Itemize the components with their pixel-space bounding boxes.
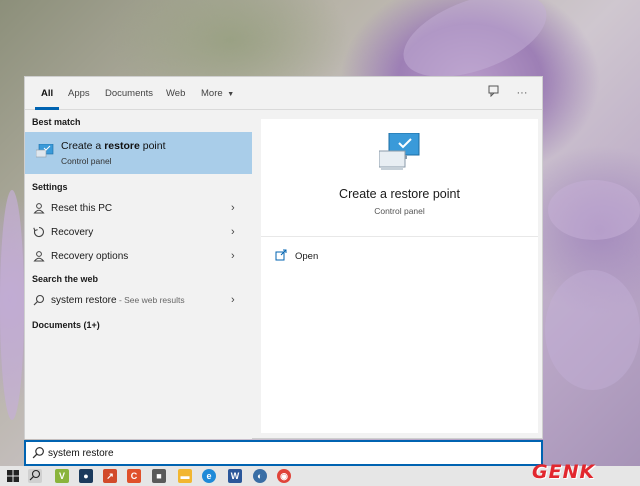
wallpaper-petal (548, 180, 640, 240)
settings-item-recovery-options[interactable]: Recovery options › (25, 246, 252, 268)
tab-documents[interactable]: Documents (105, 88, 153, 99)
ccleaner-icon[interactable]: C (127, 469, 141, 483)
person-icon (32, 250, 45, 263)
tab-all[interactable]: All (41, 88, 53, 99)
person-icon (32, 202, 45, 215)
search-icon (32, 294, 45, 307)
chevron-right-icon[interactable]: › (231, 294, 235, 306)
settings-header: Settings (32, 182, 68, 192)
edge-icon[interactable]: e (202, 469, 216, 483)
results-list: Best match Create a restore point Contro… (25, 111, 252, 439)
tab-more[interactable]: More ▼ (201, 88, 234, 99)
app-icon[interactable]: ■ (152, 469, 166, 483)
best-match-item[interactable]: Create a restore point Control panel (25, 132, 252, 174)
open-icon (275, 249, 287, 261)
best-match-header: Best match (32, 117, 81, 127)
search-icon[interactable] (28, 469, 42, 483)
chevron-down-icon: ▼ (227, 91, 235, 98)
open-label: Open (295, 251, 319, 262)
best-match-title: Create a restore point (61, 140, 166, 152)
search-panel: All Apps Documents Web More ▼ ··· Best m… (24, 76, 543, 439)
system-restore-icon (379, 133, 420, 170)
search-box[interactable] (24, 440, 543, 466)
chrome-icon[interactable]: ◉ (277, 469, 291, 483)
vivaldi-icon[interactable]: V (55, 469, 69, 483)
tab-apps[interactable]: Apps (68, 88, 90, 99)
settings-item-label: Recovery options (51, 251, 129, 262)
settings-item-reset-this-pc[interactable]: Reset this PC › (25, 198, 252, 220)
app-icon[interactable]: ◐ (253, 469, 267, 483)
web-result-label: system restore - See web results (51, 295, 185, 306)
preview-title: Create a restore point (339, 187, 460, 201)
search-web-header: Search the web (32, 274, 99, 284)
preview-pane: Create a restore point Control panel Ope… (261, 119, 538, 433)
chevron-right-icon[interactable]: › (231, 226, 235, 238)
search-tabs: All Apps Documents Web More ▼ ··· (25, 77, 542, 110)
feedback-icon[interactable] (486, 85, 502, 101)
divider (261, 236, 538, 237)
chevron-right-icon[interactable]: › (231, 202, 235, 214)
settings-item-label: Reset this PC (51, 203, 113, 214)
wallpaper-petal (545, 270, 640, 390)
best-match-subtitle: Control panel (61, 156, 112, 166)
search-icon (32, 446, 46, 460)
open-action[interactable]: Open (275, 247, 395, 267)
tab-more-label: More (201, 88, 223, 99)
ellipsis-icon[interactable]: ··· (514, 85, 530, 101)
tab-web[interactable]: Web (166, 88, 185, 99)
steam-icon[interactable]: ● (79, 469, 93, 483)
file-explorer-icon[interactable]: ▬ (178, 469, 192, 483)
wallpaper-petal (0, 190, 24, 420)
active-tab-indicator (35, 107, 59, 110)
app-icon[interactable]: ↗ (103, 469, 117, 483)
word-icon[interactable]: W (228, 469, 242, 483)
settings-item-label: Recovery (51, 227, 94, 238)
genk-watermark: GENK (526, 458, 638, 484)
watermark-text: GENK (532, 461, 596, 483)
system-restore-icon (36, 144, 54, 158)
preview-subtitle: Control panel (374, 206, 425, 216)
documents-header[interactable]: Documents (1+) (32, 320, 100, 330)
web-result-item[interactable]: system restore - See web results › (25, 290, 252, 312)
settings-item-recovery[interactable]: Recovery › (25, 222, 252, 244)
chevron-right-icon[interactable]: › (231, 250, 235, 262)
recovery-icon (32, 226, 45, 239)
search-input[interactable] (48, 445, 348, 461)
windows-start-icon[interactable] (6, 469, 20, 483)
